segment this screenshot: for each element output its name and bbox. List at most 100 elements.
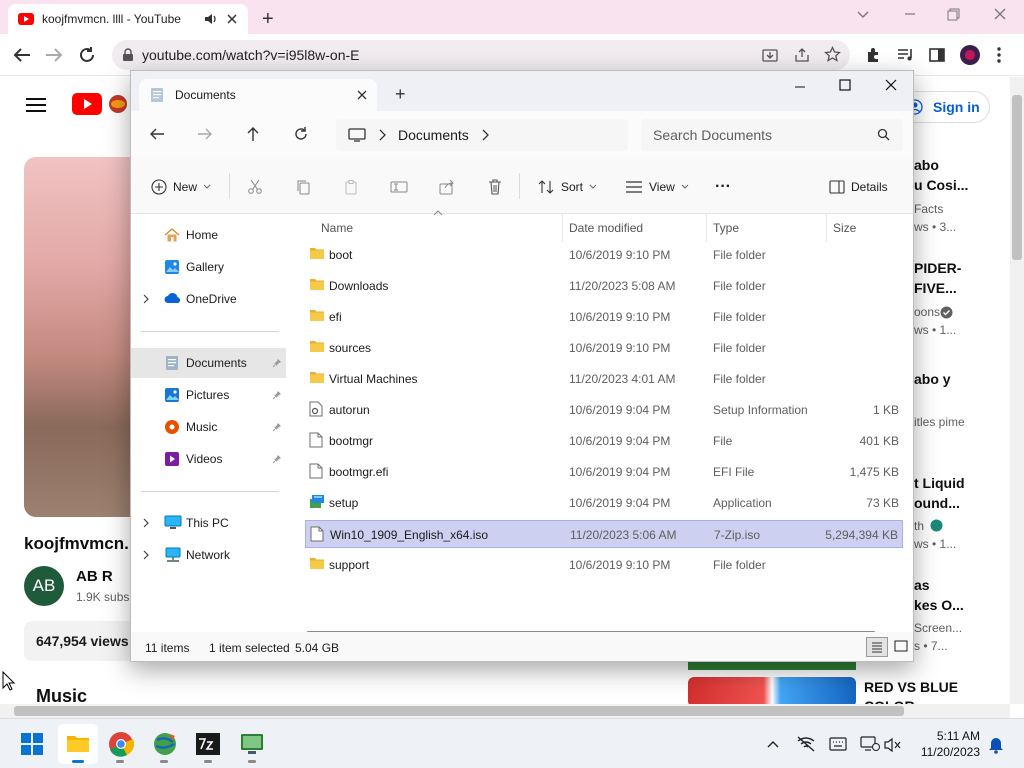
file-row[interactable]: Win10_1909_English_x64.iso 11/20/2023 5:0… [305, 520, 903, 548]
rec-6-title[interactable]: RED VS BLUE [864, 679, 958, 695]
file-row[interactable]: setup 10/6/2019 9:04 PM Application 73 KB [305, 489, 903, 517]
file-row[interactable]: autorun 10/6/2019 9:04 PM Setup Informatio… [305, 396, 903, 424]
rec-2-title[interactable]: PIDER- [914, 260, 961, 276]
app-globe-icon[interactable] [152, 731, 178, 757]
close-browser-icon[interactable] [992, 6, 1008, 22]
install-app-icon[interactable] [762, 47, 778, 63]
nav-pictures[interactable]: Pictures [131, 380, 286, 410]
browser-menu-icon[interactable] [996, 46, 1002, 64]
column-header-name[interactable]: Name [315, 214, 563, 242]
hamburger-menu-icon[interactable] [26, 97, 46, 113]
pin-icon[interactable] [272, 454, 282, 464]
page-h-scroll-thumb[interactable] [14, 706, 904, 716]
keyboard-icon[interactable] [829, 737, 847, 751]
taskbar-explorer-button[interactable] [58, 724, 98, 764]
rec-4-title[interactable]: t Liquid [914, 475, 965, 491]
chevron-right-icon[interactable] [143, 518, 150, 528]
rec-4-title-2[interactable]: ound... [914, 495, 960, 511]
address-bar[interactable]: youtube.com/watch?v=i95l8w-on-E [112, 40, 850, 70]
explorer-minimize-icon[interactable] [793, 81, 807, 93]
details-pane-button[interactable]: Details [829, 159, 888, 214]
breadcrumb-documents[interactable]: Documents [398, 127, 469, 143]
rec-6-thumbnail[interactable] [688, 677, 856, 704]
restore-browser-icon[interactable] [946, 6, 962, 22]
taskbar-date[interactable]: 11/20/2023 [908, 745, 980, 759]
app-monitor-icon[interactable] [240, 732, 264, 756]
paste-button[interactable] [343, 159, 359, 214]
back-arrow-icon[interactable] [12, 46, 32, 64]
close-tab-icon[interactable] [226, 13, 238, 25]
video-player[interactable] [24, 157, 132, 517]
rec-1-title-2[interactable]: u Cosi... [914, 177, 968, 193]
description-box[interactable]: 647,954 views [24, 621, 134, 661]
page-scroll-thumb[interactable] [1012, 95, 1022, 260]
notification-bell-icon[interactable] [988, 736, 1004, 754]
explorer-maximize-icon[interactable] [839, 79, 851, 91]
pin-icon[interactable] [272, 358, 282, 368]
explorer-back-icon[interactable] [149, 127, 165, 141]
file-row[interactable]: Downloads 11/20/2023 5:08 AM File folder [305, 272, 903, 300]
delete-button[interactable] [487, 159, 503, 214]
copy-button[interactable] [295, 159, 311, 214]
bookmark-star-icon[interactable] [824, 46, 841, 63]
explorer-new-tab-button[interactable]: + [395, 84, 406, 105]
breadcrumb-chevron-icon[interactable] [481, 129, 489, 141]
nav-home[interactable]: Home [131, 220, 286, 250]
sort-button[interactable]: Sort [537, 159, 597, 214]
explorer-up-icon[interactable] [246, 126, 260, 142]
site-info-icon[interactable] [122, 48, 134, 62]
rename-button[interactable] [390, 159, 408, 214]
this-pc-address-icon[interactable] [348, 128, 366, 142]
rec-2-title-2[interactable]: FIVE... [914, 280, 957, 296]
browser-tab-youtube[interactable]: koojfmvmcn. llll - YouTube [8, 4, 248, 34]
more-options-button[interactable]: ··· [715, 159, 731, 214]
file-row[interactable]: bootmgr 10/6/2019 9:04 PM File 401 KB [305, 427, 903, 455]
explorer-search-box[interactable]: Search Documents [641, 119, 903, 151]
muted-speaker-icon[interactable] [884, 737, 902, 753]
rec-5-title[interactable]: as [914, 577, 930, 593]
file-row[interactable]: boot 10/6/2019 9:10 PM File folder [305, 241, 903, 269]
explorer-tab-documents[interactable]: Documents [139, 79, 377, 111]
speaker-icon[interactable] [204, 12, 218, 26]
tiles-view-toggle[interactable] [893, 638, 909, 654]
minimize-browser-icon[interactable] [902, 6, 918, 22]
rec-3-title[interactable]: abo y [914, 371, 951, 387]
pin-icon[interactable] [272, 390, 282, 400]
forward-arrow-icon[interactable] [44, 46, 64, 64]
pin-icon[interactable] [272, 422, 282, 432]
nav-onedrive[interactable]: OneDrive [131, 284, 286, 314]
extensions-icon[interactable] [866, 47, 882, 63]
show-hidden-icons-chevron[interactable] [766, 739, 780, 749]
nav-gallery[interactable]: Gallery [131, 252, 286, 282]
breadcrumb-chevron-icon[interactable] [378, 129, 386, 141]
rec-5-title-2[interactable]: kes O... [914, 597, 964, 613]
display-icon[interactable] [860, 735, 880, 753]
nav-network[interactable]: Network [131, 540, 286, 570]
column-header-date[interactable]: Date modified [563, 214, 707, 242]
explorer-refresh-icon[interactable] [293, 126, 309, 142]
chevron-right-icon[interactable] [143, 550, 150, 560]
no-network-icon[interactable] [796, 735, 816, 753]
nav-music[interactable]: Music [131, 412, 286, 442]
file-row[interactable]: support 10/6/2019 9:10 PM File folder [305, 551, 903, 579]
file-row[interactable]: bootmgr.efi 10/6/2019 9:04 PM EFI File 1,47… [305, 458, 903, 486]
new-tab-button[interactable]: + [262, 8, 274, 31]
chevron-right-icon[interactable] [143, 294, 150, 304]
chrome-icon[interactable] [108, 731, 134, 757]
taskbar-time[interactable]: 5:11 AM [916, 729, 980, 743]
new-button[interactable]: New [151, 159, 211, 214]
share-icon[interactable] [794, 47, 810, 63]
channel-name[interactable]: AB R [76, 568, 113, 585]
explorer-close-icon[interactable] [885, 79, 897, 91]
file-row[interactable]: Virtual Machines 11/20/2023 4:01 AM File f… [305, 365, 903, 393]
youtube-logo[interactable] [72, 93, 132, 115]
file-row[interactable]: sources 10/6/2019 9:10 PM File folder [305, 334, 903, 362]
tab-search-chevron-icon[interactable] [855, 6, 871, 22]
close-explorer-tab-icon[interactable] [357, 90, 367, 100]
start-windows-icon[interactable] [21, 733, 43, 755]
rec-thumbnail-strip[interactable] [688, 662, 856, 670]
7zip-icon[interactable] [196, 733, 220, 755]
explorer-address-bar[interactable]: Documents [336, 119, 628, 151]
channel-avatar[interactable]: AB [24, 566, 64, 606]
profile-avatar[interactable] [960, 45, 980, 65]
